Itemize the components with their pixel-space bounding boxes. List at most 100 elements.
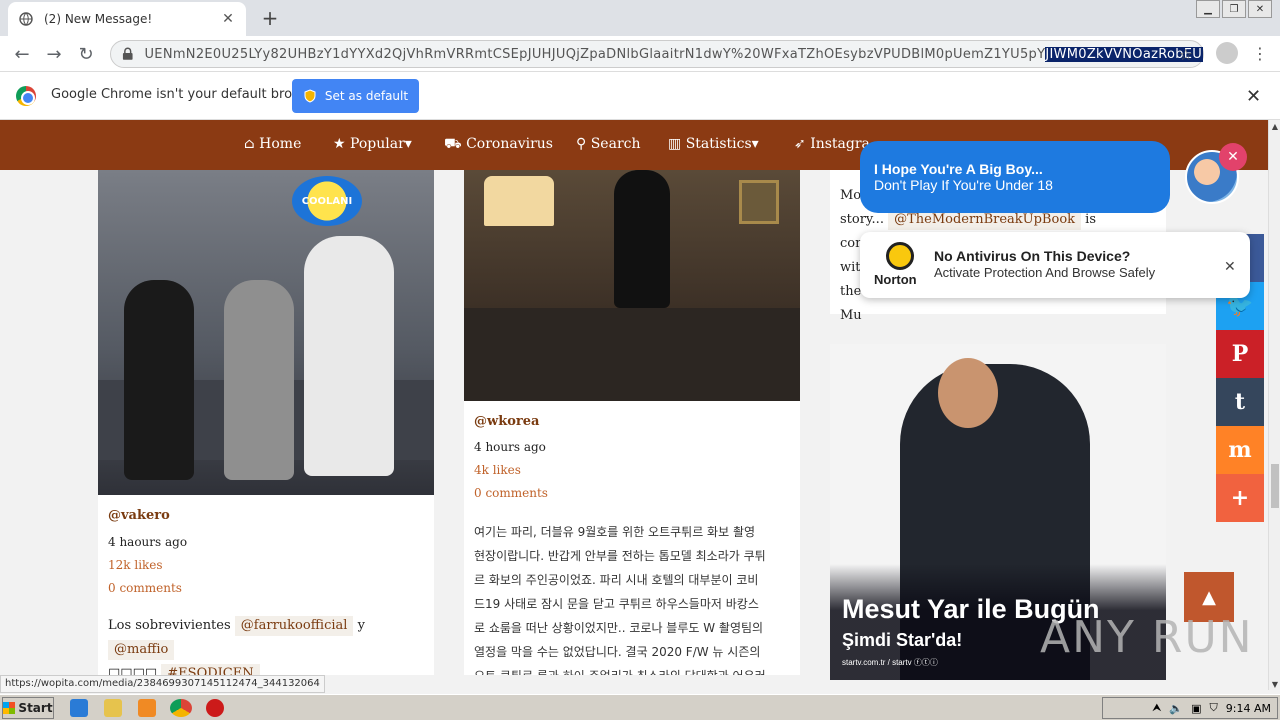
nav-coronavirus[interactable]: ⛟ Coronavirus xyxy=(444,136,553,154)
close-window-button[interactable]: ✕ xyxy=(1248,0,1272,18)
infobar-text: Google Chrome isn't your default browser xyxy=(51,87,323,102)
post-photo[interactable]: COOLANI xyxy=(98,170,434,495)
post-likes[interactable]: 4k likes xyxy=(474,463,521,477)
post-card-wkorea: @wkorea 4 hours ago 4k likes 0 comments … xyxy=(464,170,800,675)
norton-popup[interactable]: Norton No Antivirus On This Device? Acti… xyxy=(860,232,1250,298)
browser-tab[interactable]: (2) New Message! ✕ xyxy=(8,2,246,36)
home-icon: ⌂ xyxy=(244,136,255,152)
person-shape xyxy=(304,236,394,476)
bookmark-star-icon[interactable]: ☆ xyxy=(1179,45,1193,64)
start-label: Start xyxy=(18,701,53,715)
chat-popup-title: I Hope You're A Big Boy... xyxy=(874,161,1043,177)
nav-home[interactable]: ⌂ Home xyxy=(244,136,301,152)
reload-icon[interactable]: ↻ xyxy=(74,42,98,66)
mix-icon[interactable]: m xyxy=(1216,426,1264,474)
opera-icon[interactable] xyxy=(206,699,224,717)
caption-line: 로 쇼룸을 떠난 상황이었지만.. 코로나 블루도 W 촬영팀의 xyxy=(474,621,764,635)
lamp-shape xyxy=(484,176,554,226)
scroll-up-arrow-icon[interactable]: ▲ xyxy=(1269,120,1280,132)
shield-icon xyxy=(304,89,316,103)
page-scrollbar[interactable]: ▲ ▼ xyxy=(1268,120,1280,690)
post-caption: Los sobrevivientes @farrukoofficial y @m… xyxy=(108,614,428,675)
mention-tag[interactable]: @TheModernBreakUpBook xyxy=(888,210,1082,230)
ad-footer: startv.com.tr / startv ⓕⓣⓘ xyxy=(842,658,938,667)
post-handle[interactable]: @vakero xyxy=(108,508,170,523)
post-time: 4 haours ago xyxy=(108,535,188,549)
post-comments[interactable]: 0 comments xyxy=(108,581,182,595)
window-controls: ▁ ❐ ✕ xyxy=(1196,0,1272,18)
media-player-icon[interactable] xyxy=(138,699,156,717)
infobar-close-icon[interactable]: ✕ xyxy=(1246,86,1261,107)
nav-search[interactable]: ⚲ Search xyxy=(576,136,641,152)
address-bar[interactable]: UENmN2E0U25LYy82UHBzY1dYYXd2QjVhRmVRRmtC… xyxy=(110,40,1204,68)
profile-avatar[interactable] xyxy=(1216,42,1238,64)
mention-tag[interactable]: @farrukoofficial xyxy=(234,616,354,636)
tray-arrow-icon[interactable]: ⮝ xyxy=(1152,701,1161,715)
anyrun-watermark: ANY RUN xyxy=(1040,612,1254,663)
start-button[interactable]: Start xyxy=(2,697,54,719)
chrome-taskbar-icon[interactable] xyxy=(170,699,192,717)
mention-tag[interactable]: @maffio xyxy=(108,640,175,660)
more-share-icon[interactable]: + xyxy=(1216,474,1264,522)
nav-popular[interactable]: ★ Popular▾ xyxy=(333,136,412,152)
caption-line: 열정을 막을 수는 없었답니다. 결국 2020 F/W 뉴 시즌의 xyxy=(474,645,761,659)
back-icon[interactable]: ← xyxy=(10,42,34,66)
network-icon[interactable]: ▣ xyxy=(1191,702,1201,715)
rocket-icon: ➶ xyxy=(794,136,806,152)
norton-popup-title: No Antivirus On This Device? xyxy=(934,248,1131,264)
scrollbar-thumb[interactable] xyxy=(1271,464,1279,508)
maximize-button[interactable]: ❐ xyxy=(1222,0,1246,18)
checkmark-icon xyxy=(886,242,914,270)
caption-text: y xyxy=(357,618,365,633)
norton-wordmark: Norton xyxy=(874,272,917,287)
caption-line: 르 화보의 주인공이었죠. 파리 시내 호텔의 대부분이 코비 xyxy=(474,573,759,587)
chat-popup-subtitle: Don't Play If You're Under 18 xyxy=(874,177,1053,193)
system-tray: ⮝ 🔈 ▣ ⛉ 9:14 AM xyxy=(1102,697,1278,719)
nav-label: Home xyxy=(259,136,302,152)
post-likes[interactable]: 12k likes xyxy=(108,558,163,572)
caption-text: □□□□ xyxy=(108,666,158,675)
ambulance-icon: ⛟ xyxy=(444,136,462,152)
person-shape xyxy=(124,280,194,480)
menu-icon[interactable]: ⋮ xyxy=(1252,42,1268,64)
floor-shape xyxy=(464,308,800,401)
star-icon: ★ xyxy=(333,136,346,152)
chat-close-icon[interactable]: ✕ xyxy=(1219,143,1247,171)
chat-popup[interactable]: I Hope You're A Big Boy... Don't Play If… xyxy=(860,141,1170,213)
tab-title: (2) New Message! xyxy=(44,12,153,26)
browser-toolbar: ← → ↻ UENmN2E0U25LYy82UHBzY1dYYXd2QjVhRm… xyxy=(0,36,1280,72)
nav-statistics[interactable]: ▥ Statistics▾ xyxy=(668,136,759,152)
nav-label: Search xyxy=(590,136,641,152)
hashtag-tag[interactable]: #ESODICEN xyxy=(161,664,260,675)
norton-close-icon[interactable]: ✕ xyxy=(1224,258,1236,275)
caption-line: 현장이랍니다. 반갑게 안부를 전하는 톱모델 최소라가 쿠튀 xyxy=(474,549,766,563)
post-comments[interactable]: 0 comments xyxy=(474,486,548,500)
forward-icon[interactable]: → xyxy=(42,42,66,66)
scroll-down-arrow-icon[interactable]: ▼ xyxy=(1269,678,1280,690)
tab-close-icon[interactable]: ✕ xyxy=(220,11,236,27)
set-default-button[interactable]: Set as default xyxy=(292,79,419,113)
volume-icon[interactable]: 🔈 xyxy=(1169,702,1183,715)
tumblr-icon[interactable]: t xyxy=(1216,378,1264,426)
caption-text: story... xyxy=(840,212,884,227)
nav-label: Coronavirus xyxy=(466,136,553,152)
search-icon: ⚲ xyxy=(576,136,587,152)
caption-text: Los sobrevivientes xyxy=(108,618,231,633)
ie-icon[interactable] xyxy=(70,699,88,717)
post-handle[interactable]: @wkorea xyxy=(474,414,539,429)
chrome-logo-icon xyxy=(16,86,36,106)
coolani-sign: COOLANI xyxy=(292,176,362,226)
post-photo[interactable] xyxy=(464,170,800,401)
clock[interactable]: 9:14 AM xyxy=(1226,702,1271,715)
chart-icon: ▥ xyxy=(668,136,682,152)
pinterest-icon[interactable]: P xyxy=(1216,330,1264,378)
norton-logo: Norton xyxy=(874,242,924,290)
folder-icon[interactable] xyxy=(104,699,122,717)
new-tab-icon[interactable]: + xyxy=(258,6,282,30)
security-icon[interactable]: ⛉ xyxy=(1210,701,1218,715)
globe-icon xyxy=(18,11,34,27)
minimize-button[interactable]: ▁ xyxy=(1196,0,1220,18)
nav-instagram[interactable]: ➶ Instagra xyxy=(794,136,870,152)
post-caption: 여기는 파리, 더블유 9월호를 위한 오트쿠튀르 화보 촬영 현장이랍니다. … xyxy=(474,520,794,675)
caption-line: 오트 쿠튀르 룩과 하이 주얼리가 최소라의 담대함과 어우러 xyxy=(474,664,794,675)
